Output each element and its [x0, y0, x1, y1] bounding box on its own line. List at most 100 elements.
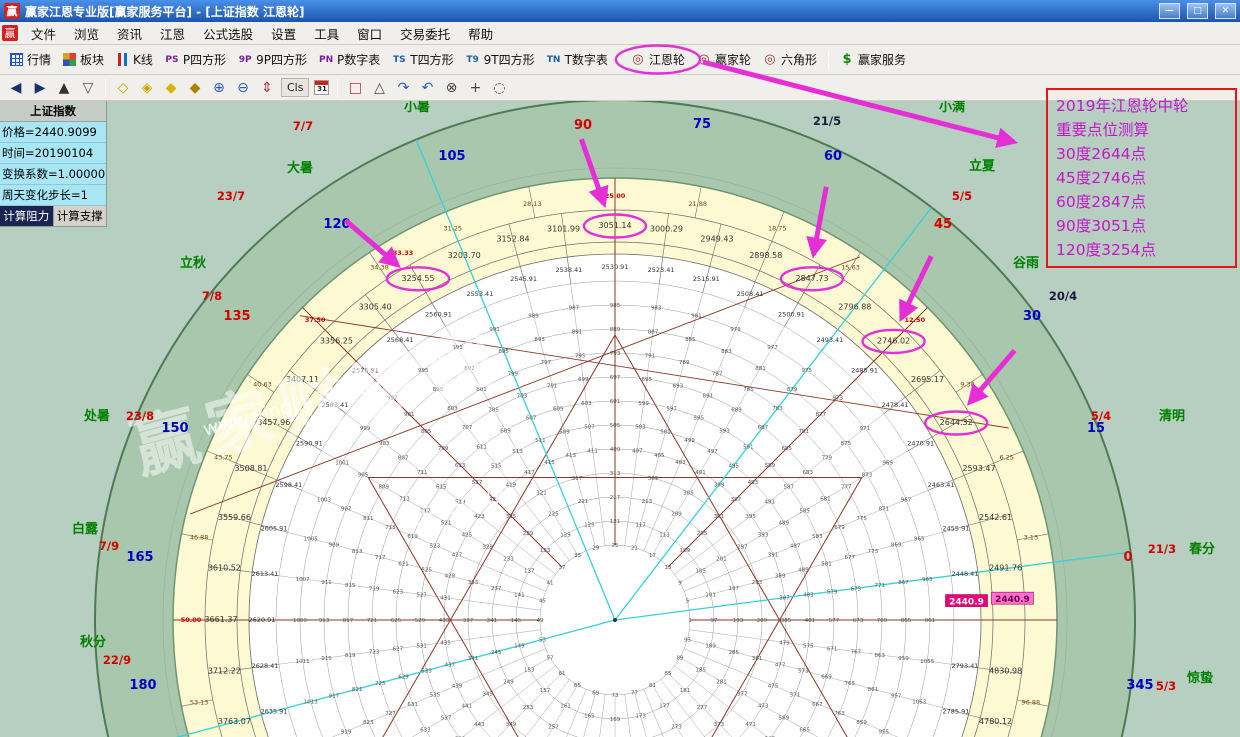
- toolbar-button-gann-wheel[interactable]: ◎江恩轮: [625, 48, 691, 71]
- svg-text:233: 233: [503, 557, 514, 563]
- svg-text:165: 165: [584, 714, 595, 720]
- svg-text:237: 237: [491, 586, 502, 592]
- svg-text:609: 609: [500, 428, 511, 434]
- badge-icon-t9: T9: [466, 53, 480, 66]
- date-label: 7/9: [99, 539, 119, 553]
- svg-text:169: 169: [610, 717, 621, 723]
- instrument-title: 上证指数: [0, 101, 106, 122]
- toolbar-button-quotes[interactable]: 行情: [4, 48, 57, 71]
- toolbar-button-9t-square[interactable]: T99T四方形: [460, 48, 541, 71]
- info-row-price: 价格=2440.9099: [0, 122, 106, 143]
- menu-item-trade[interactable]: 交易委托: [391, 22, 459, 45]
- diamond-plus-icon[interactable]: ◆: [184, 78, 206, 98]
- svg-text:697: 697: [610, 375, 621, 381]
- menu-item-tools[interactable]: 工具: [305, 22, 348, 45]
- minimize-button[interactable]: —: [1159, 3, 1180, 19]
- svg-text:73: 73: [612, 693, 619, 699]
- date-label: 22/9: [103, 653, 131, 667]
- svg-text:675: 675: [851, 586, 862, 592]
- svg-text:21: 21: [631, 546, 638, 552]
- circle-cross-icon[interactable]: ⊗: [440, 78, 462, 98]
- svg-text:25.00: 25.00: [605, 192, 626, 200]
- svg-text:129: 129: [560, 532, 571, 538]
- svg-text:317: 317: [572, 476, 583, 482]
- degree-label: 45: [934, 217, 952, 232]
- svg-text:487: 487: [790, 543, 801, 549]
- menu-item-help[interactable]: 帮助: [459, 22, 502, 45]
- toolbar-button-p-square[interactable]: PSP四方形: [159, 48, 232, 71]
- back-icon[interactable]: ◀: [5, 78, 27, 98]
- svg-text:595: 595: [694, 416, 705, 422]
- svg-text:975: 975: [802, 368, 813, 374]
- svg-text:3051.14: 3051.14: [598, 221, 631, 230]
- measure-icon[interactable]: ⇕: [256, 78, 278, 98]
- cls-button[interactable]: Cls: [281, 78, 309, 97]
- svg-text:409: 409: [610, 447, 621, 453]
- crosshair-icon[interactable]: +: [464, 78, 486, 98]
- calendar-icon[interactable]: 31: [314, 80, 329, 95]
- toolbar-button-winner-wheel[interactable]: ◎赢家轮: [691, 48, 757, 71]
- diamond-filled-icon[interactable]: ◆: [160, 78, 182, 98]
- svg-text:513: 513: [512, 449, 523, 455]
- svg-text:585: 585: [799, 509, 810, 515]
- triangle-tool-icon[interactable]: △: [368, 78, 390, 98]
- svg-text:483: 483: [803, 593, 814, 599]
- forward-icon[interactable]: ▶: [29, 78, 51, 98]
- annotation-line: 45度2746点: [1056, 166, 1227, 190]
- rotate-ccw-icon[interactable]: ↶: [416, 78, 438, 98]
- maximize-button[interactable]: □: [1187, 3, 1208, 19]
- app-icon: 赢: [4, 3, 20, 19]
- svg-text:321: 321: [536, 491, 547, 497]
- svg-text:2847.73: 2847.73: [795, 274, 828, 283]
- menu-item-file[interactable]: 文件: [22, 22, 65, 45]
- toolbar-separator: [828, 51, 829, 69]
- diamond-outline-icon[interactable]: ◇: [112, 78, 134, 98]
- pointer-icon[interactable]: ▲: [53, 78, 75, 98]
- close-button[interactable]: ✕: [1215, 3, 1236, 19]
- menu-item-gann[interactable]: 江恩: [151, 22, 194, 45]
- toolbar-button-p-table[interactable]: PNP数字表: [313, 48, 386, 71]
- toolbar-button-sectors[interactable]: 板块: [57, 48, 110, 71]
- menu-item-window[interactable]: 窗口: [348, 22, 391, 45]
- toolbar-button-winner-service[interactable]: $赢家服务: [834, 48, 912, 71]
- info-row-weekly-step: 周天变化步长=1: [0, 185, 106, 206]
- calc-resistance-button[interactable]: 计算阻力: [0, 206, 53, 226]
- menu-item-formula-pick[interactable]: 公式选股: [194, 22, 262, 45]
- svg-text:505: 505: [610, 423, 621, 429]
- diamond-half-icon[interactable]: ◈: [136, 78, 158, 98]
- svg-text:405: 405: [654, 453, 665, 459]
- svg-text:41: 41: [547, 581, 554, 587]
- menu-item-browse[interactable]: 浏览: [65, 22, 108, 45]
- svg-text:337: 337: [463, 618, 474, 624]
- svg-text:2635.91: 2635.91: [261, 707, 288, 715]
- svg-text:397: 397: [731, 497, 742, 503]
- toolbar-button-hexagon[interactable]: ◎六角形: [757, 48, 823, 71]
- zoom-out-icon[interactable]: ⊖: [232, 78, 254, 98]
- svg-text:977: 977: [767, 345, 778, 351]
- menu-item-news[interactable]: 资讯: [108, 22, 151, 45]
- svg-text:81: 81: [649, 683, 656, 689]
- calc-support-button[interactable]: 计算支撑: [53, 206, 107, 226]
- toolbar-button-9p-square[interactable]: 9P9P四方形: [232, 48, 313, 71]
- svg-text:121: 121: [610, 519, 621, 525]
- dollar-icon: $: [840, 53, 854, 66]
- toolbar-button-t-table[interactable]: TNT数字表: [541, 48, 614, 71]
- menu-item-settings[interactable]: 设置: [262, 22, 305, 45]
- svg-text:859: 859: [856, 720, 867, 726]
- svg-text:18.75: 18.75: [768, 224, 787, 232]
- degree-label: 15: [1087, 421, 1105, 436]
- lasso-icon[interactable]: ◌: [488, 78, 510, 98]
- toolbar-button-kline[interactable]: K线: [110, 48, 159, 71]
- svg-text:1: 1: [688, 618, 692, 624]
- svg-text:667: 667: [812, 702, 823, 708]
- svg-text:495: 495: [728, 463, 739, 469]
- zoom-in-icon[interactable]: ⊕: [208, 78, 230, 98]
- rect-tool-icon[interactable]: □: [344, 78, 366, 98]
- filter-icon[interactable]: ▽: [77, 78, 99, 98]
- svg-text:441: 441: [462, 704, 473, 710]
- rotate-cw-icon[interactable]: ↷: [392, 78, 414, 98]
- svg-text:109: 109: [680, 548, 691, 554]
- svg-text:2545.91: 2545.91: [510, 275, 537, 283]
- svg-text:633: 633: [420, 728, 431, 734]
- toolbar-button-t-square[interactable]: TST四方形: [386, 48, 459, 71]
